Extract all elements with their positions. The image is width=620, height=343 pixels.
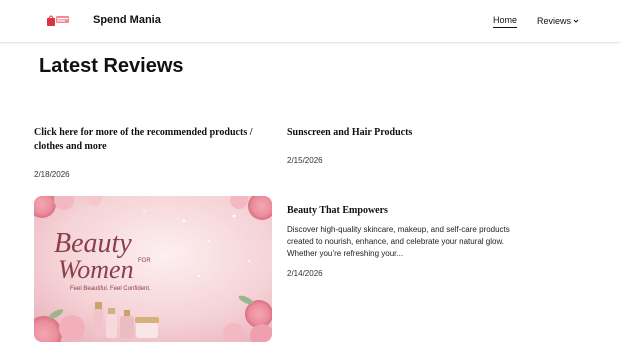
post-title-beauty-that-empowers[interactable]: Beauty That Empowers [287,204,517,218]
banner-tagline: Feel Beautiful. Feel Confident. [70,286,151,292]
nav-reviews-dropdown[interactable]: Reviews [537,16,579,26]
nav-reviews-label: Reviews [537,16,572,26]
site-title[interactable]: Spend Mania [93,14,161,26]
post-title-recommended[interactable]: Click here for more of the recommended p… [34,126,264,154]
chevron-down-icon [573,19,579,23]
site-logo[interactable] [46,13,70,27]
site-header: Spend Mania Home Reviews [0,0,620,43]
post-excerpt: Discover high-quality skincare, makeup, … [287,225,510,258]
page-title: Latest Reviews [39,55,184,77]
banner-headline-for: FOR [138,258,151,264]
beauty-banner-image: Beauty FOR Women Feel Beautiful. Feel Co… [34,196,272,342]
banner-headline-women: Women [58,255,134,284]
post-title-sunscreen[interactable]: Sunscreen and Hair Products [287,126,517,140]
shopping-logo-icon [47,15,69,26]
post-date: 2/15/2026 [287,156,323,165]
post-date: 2/18/2026 [34,170,70,179]
nav-home-link[interactable]: Home [493,15,518,28]
post-date: 2/14/2026 [287,269,323,278]
featured-image-beauty-for-women[interactable]: Beauty FOR Women Feel Beautiful. Feel Co… [34,196,272,342]
